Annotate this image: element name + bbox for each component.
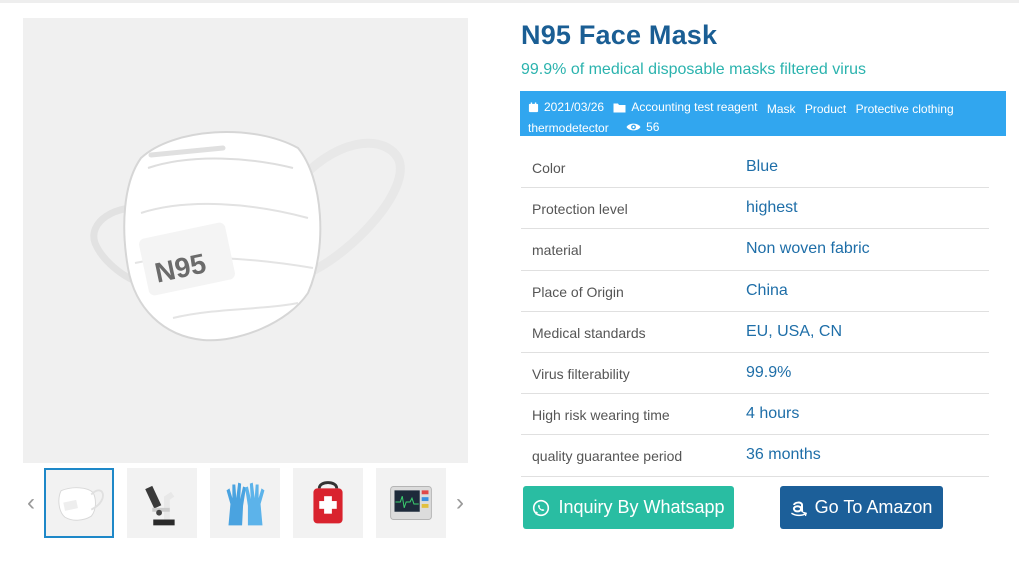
thumb-patient-monitor[interactable] (376, 468, 446, 538)
spec-row: Place of Origin China (521, 271, 989, 312)
top-divider (0, 0, 1019, 3)
meta-tag-link[interactable]: Accounting test reagent (631, 98, 757, 116)
microscope-icon (128, 469, 196, 537)
thumb-first-aid-bag[interactable] (293, 468, 363, 538)
amazon-icon (790, 499, 807, 517)
thumb-microscope[interactable] (127, 468, 197, 538)
whatsapp-icon (532, 499, 550, 517)
meta-bar: 2021/03/26 Accounting test reagent Mask … (520, 91, 1006, 136)
spec-label: Place of Origin (532, 283, 624, 300)
thumbs-prev-arrow-icon[interactable]: ‹ (21, 490, 41, 516)
spec-row: Protection level highest (521, 188, 989, 230)
spec-row: quality guarantee period 36 months (521, 435, 989, 477)
folder-icon (613, 103, 626, 112)
spec-row: Medical standards EU, USA, CN (521, 312, 989, 353)
spec-value: highest (746, 199, 798, 217)
spec-row: Virus filterability 99.9% (521, 353, 989, 395)
thumbs-next-arrow-icon[interactable]: › (450, 490, 470, 516)
spec-row: Color Blue (521, 147, 989, 189)
calendar-icon (528, 101, 539, 112)
spec-value: 99.9% (746, 363, 792, 381)
spec-value: 36 months (746, 446, 821, 464)
spec-label: quality guarantee period (532, 448, 683, 465)
spec-row: material Non woven fabric (521, 229, 989, 271)
spec-label: Medical standards (532, 324, 646, 341)
spec-label: Color (532, 160, 566, 176)
spec-value: China (746, 281, 788, 299)
spec-label: material (532, 242, 582, 259)
meta-views: 56 (646, 119, 660, 134)
thumb-gloves[interactable] (210, 468, 280, 538)
spec-label: High risk wearing time (532, 407, 670, 424)
spec-value: Non woven fabric (746, 240, 870, 258)
gloves-icon (211, 469, 279, 537)
meta-date: 2021/03/26 (544, 100, 605, 114)
spec-label: Virus filterability (532, 365, 630, 382)
spec-row: High risk wearing time 4 hours (521, 394, 989, 436)
patient-monitor-icon (377, 469, 445, 537)
mask-illustration: N95 (23, 18, 468, 463)
first-aid-bag-icon (294, 469, 362, 537)
meta-tag-link[interactable]: Mask (767, 100, 796, 118)
mask-thumb-icon (46, 470, 112, 536)
inquiry-whatsapp-label: Inquiry By Whatsapp (558, 497, 725, 517)
product-title: N95 Face Mask (521, 20, 718, 50)
go-to-amazon-label: Go To Amazon (814, 497, 933, 517)
thumb-mask[interactable] (44, 468, 114, 538)
go-to-amazon-button[interactable]: Go To Amazon (780, 486, 943, 529)
spec-label: Protection level (532, 201, 628, 218)
meta-tag-link[interactable]: Product (805, 100, 846, 118)
spec-value: Blue (746, 158, 779, 175)
spec-table: Color Blue Protection level highest mate… (521, 147, 989, 477)
meta-tag-link[interactable]: Protective clothing (856, 100, 954, 118)
spec-value: EU, USA, CN (746, 322, 843, 340)
inquiry-whatsapp-button[interactable]: Inquiry By Whatsapp (523, 486, 734, 529)
product-subtitle: 99.9% of medical disposable masks filter… (521, 61, 867, 78)
spec-value: 4 hours (746, 405, 800, 423)
main-product-image: N95 (23, 18, 468, 463)
meta-tag-link[interactable]: thermodetector (528, 119, 609, 137)
eye-icon (626, 123, 641, 130)
